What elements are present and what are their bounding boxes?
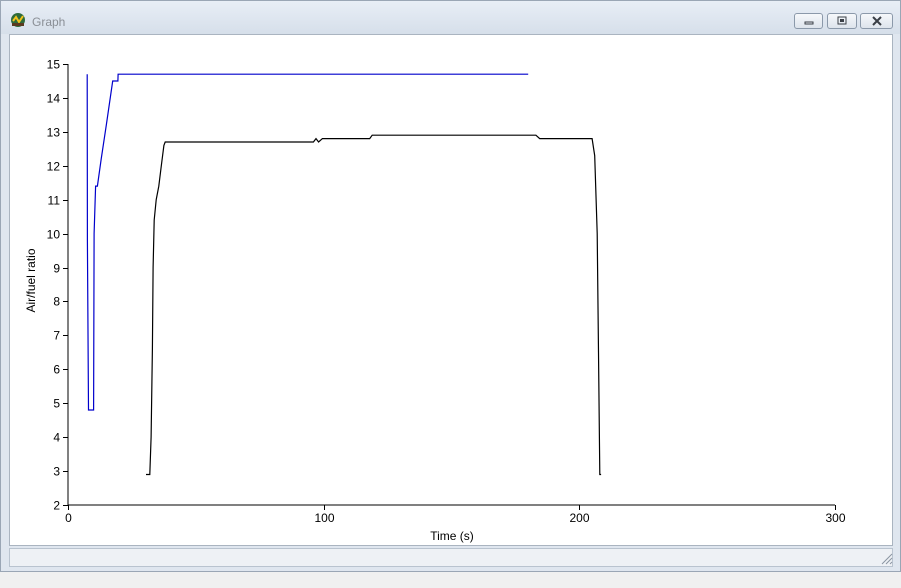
y-tick-label: 8 — [53, 295, 60, 309]
y-axis-title: Air/fuel ratio — [24, 248, 38, 312]
y-tick-label: 6 — [53, 363, 60, 377]
chart-series — [86, 73, 602, 476]
x-tick-label: 200 — [569, 511, 589, 525]
x-tick-label: 0 — [65, 511, 72, 525]
chart-labels: Time (s) Air/fuel ratio — [24, 248, 474, 543]
y-tick-label: 14 — [47, 92, 61, 106]
chart-axes: 2 3 4 5 6 7 8 9 10 11 12 13 14 15 0 100 200 300 — [47, 58, 846, 526]
y-tick-label: 10 — [47, 228, 61, 242]
x-tick-label: 100 — [314, 511, 334, 525]
y-tick-label: 5 — [53, 397, 60, 411]
y-tick-label: 9 — [53, 262, 60, 276]
graph-window: Graph 2 3 4 5 6 7 8 9 10 11 12 13 14 15 0 100 200 300 Tim… — [0, 0, 901, 572]
x-axis-title: Time (s) — [430, 529, 474, 543]
y-tick-label: 12 — [47, 160, 61, 174]
y-tick-label: 15 — [47, 58, 61, 72]
y-tick-label: 2 — [53, 499, 60, 513]
y-tick-label: 7 — [53, 329, 60, 343]
resize-grip-icon[interactable] — [879, 551, 893, 565]
series-line-2 — [146, 134, 602, 476]
y-tick-label: 13 — [47, 126, 61, 140]
air-fuel-ratio-chart: 2 3 4 5 6 7 8 9 10 11 12 13 14 15 0 100 200 300 Time (s) … — [24, 58, 846, 544]
status-bar — [9, 548, 893, 567]
y-tick-label: 4 — [53, 431, 60, 445]
y-tick-label: 11 — [48, 194, 61, 208]
y-tick-label: 3 — [53, 465, 60, 479]
x-tick-label: 300 — [825, 511, 845, 525]
